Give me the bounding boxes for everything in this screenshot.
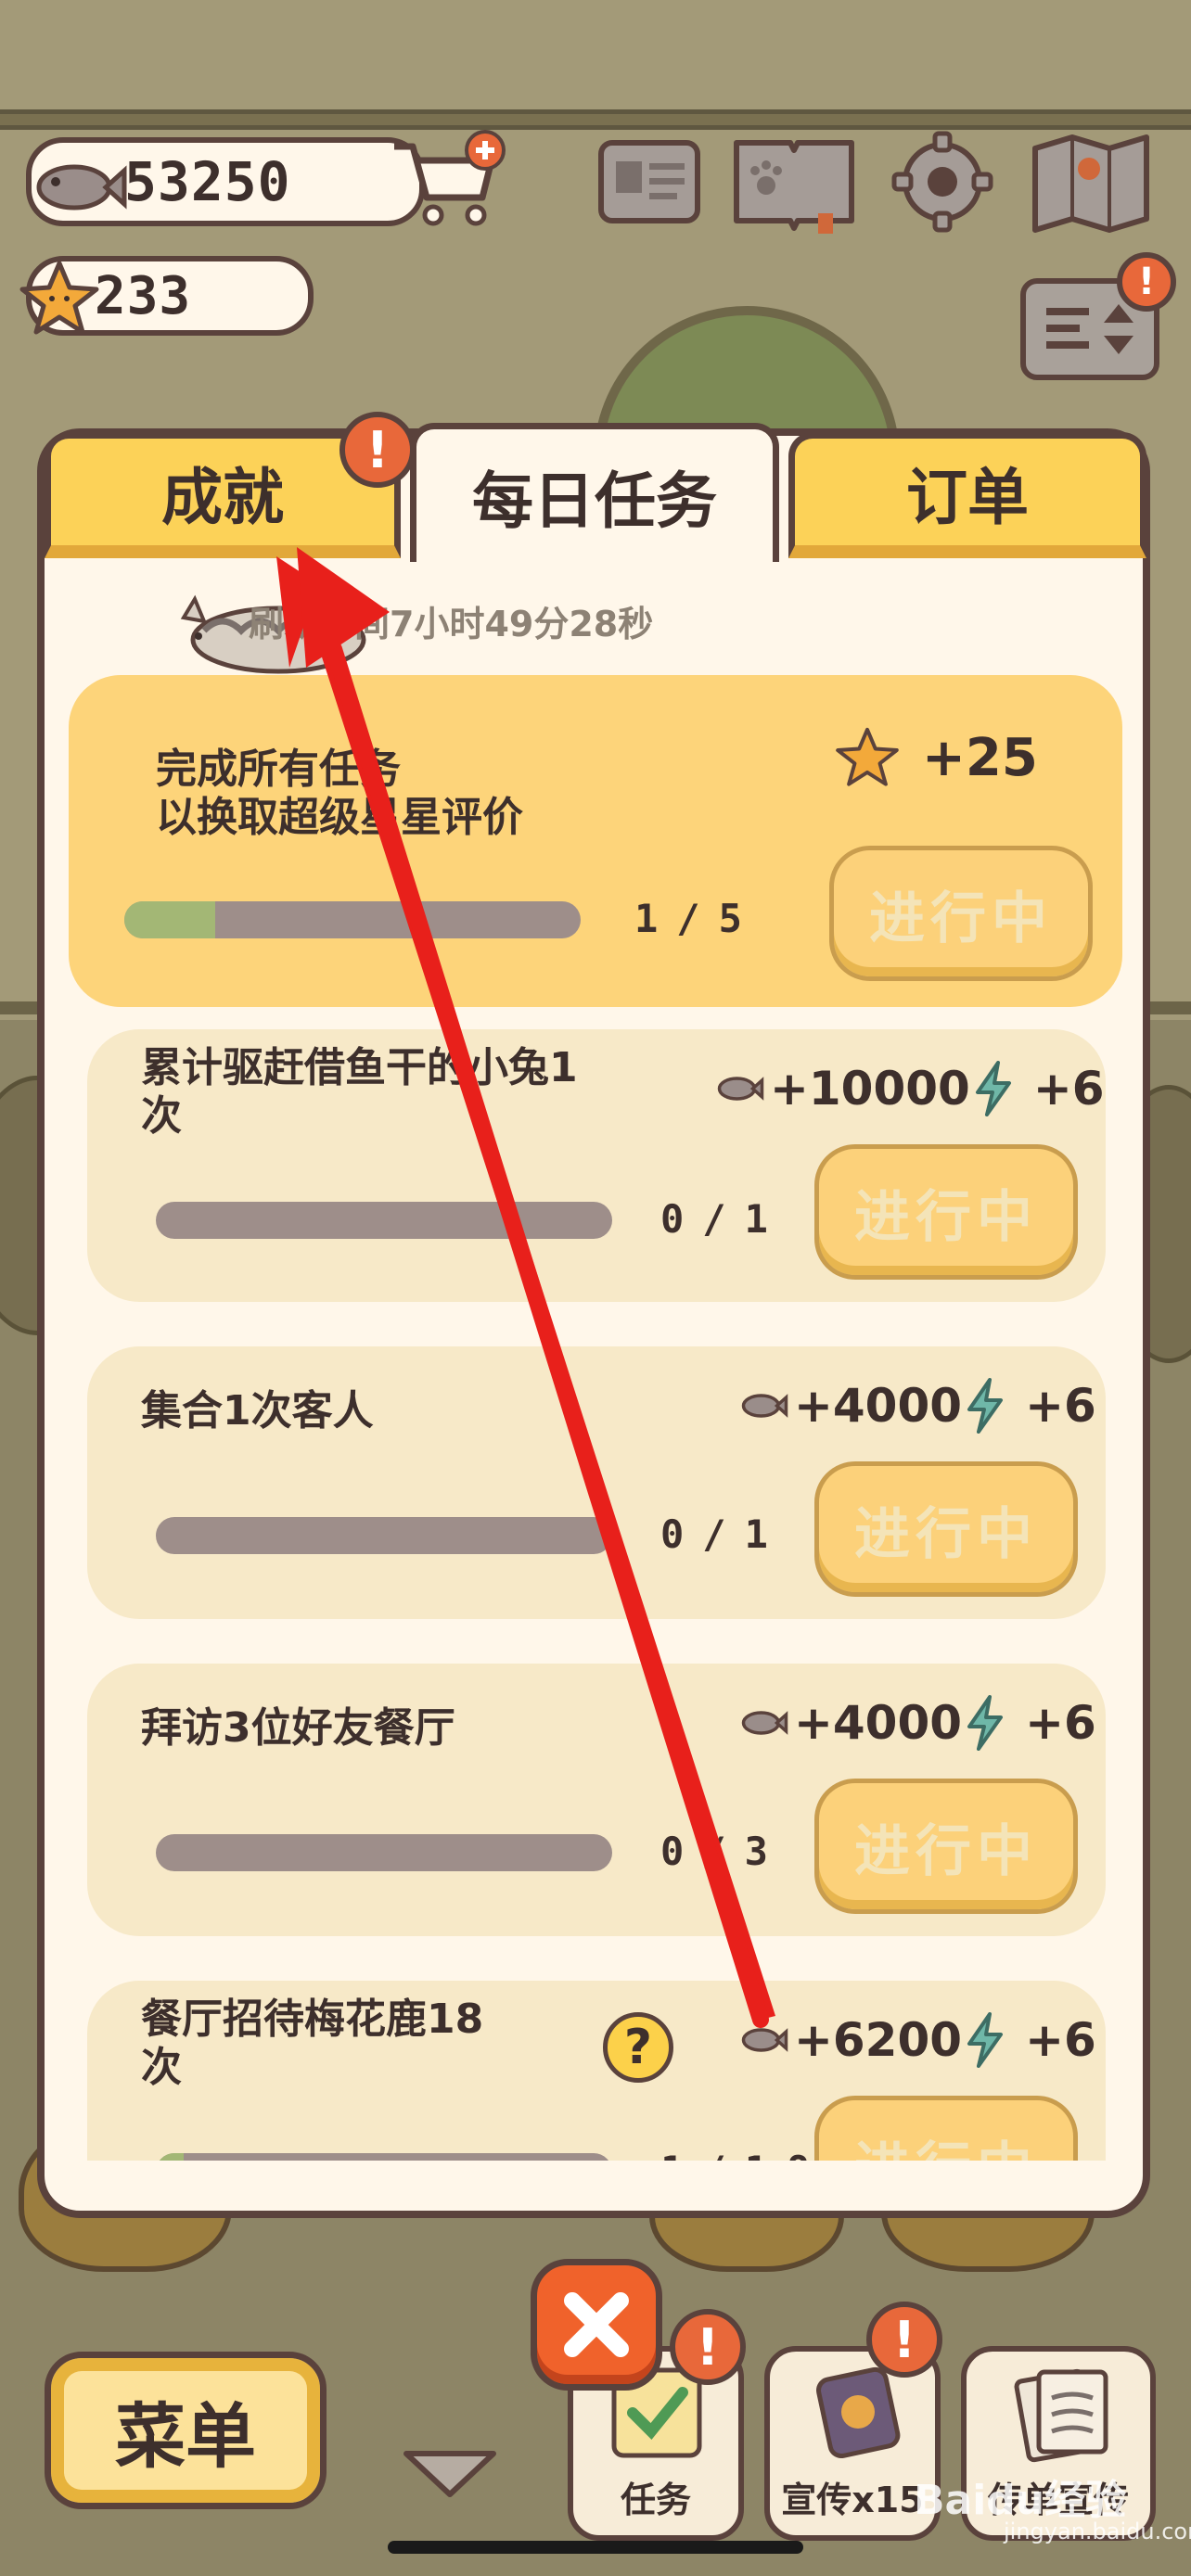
task-title: 累计驱赶借鱼干的小兔1 次 <box>141 1044 578 1140</box>
help-icon[interactable]: ? <box>603 2012 673 2083</box>
promo-alert-badge: ! <box>866 2302 942 2378</box>
close-icon <box>564 2292 629 2357</box>
fish-energy-reward: +4000 +6 <box>736 1378 1096 1434</box>
task-progress-fill <box>156 2153 184 2161</box>
gear-icon[interactable] <box>887 130 998 234</box>
fish-icon <box>36 164 127 210</box>
energy-icon <box>967 2012 1004 2068</box>
task-progress-bar <box>156 1202 612 1239</box>
menu-label: 菜单 <box>115 2395 256 2478</box>
menu-button[interactable]: 菜单 <box>45 2352 327 2509</box>
task-progress-fill <box>124 901 216 938</box>
task-card-visit-friends: 拜访3位好友餐厅 +4000 +6 0/3 进行中 <box>87 1664 1106 1936</box>
task-progress-text: 0/1 <box>660 1196 787 1242</box>
fish-icon <box>741 2028 788 2052</box>
in-progress-button[interactable]: 进行中 <box>829 846 1093 981</box>
tab-achievements-label: 成就 <box>161 461 284 533</box>
task-title: 拜访3位好友餐厅 <box>141 1704 455 1752</box>
close-button[interactable] <box>531 2259 662 2391</box>
task-progress-bar <box>156 1834 612 1871</box>
map-icon[interactable] <box>1026 130 1156 234</box>
task-progress-text: 1/5 <box>634 896 761 941</box>
fish-icon <box>741 1394 788 1418</box>
profile-card-icon[interactable] <box>594 130 705 234</box>
promo-label: 宣传x15 <box>781 2480 924 2520</box>
refresh-timer: 刷新时间7小时49分28秒 <box>249 604 654 644</box>
flyer-icon <box>1014 2368 1108 2463</box>
fish-energy-reward: +6200 +6 <box>736 2012 1096 2068</box>
in-progress-button[interactable]: 进行中 <box>814 2096 1078 2161</box>
tab-daily-tasks[interactable]: 每日任务 <box>410 423 779 562</box>
task-card-all-tasks: 完成所有任务 以换取超级星星评价 +25 1/5 进行中 <box>69 675 1122 1007</box>
chevron-down-icon[interactable] <box>399 2444 501 2500</box>
in-progress-button[interactable]: 进行中 <box>814 1144 1078 1280</box>
fish-count: 53250 <box>124 150 291 213</box>
task-progress-text: 1/18 <box>660 2148 828 2161</box>
cart-plus-icon[interactable] <box>385 128 506 232</box>
fish-icon <box>741 1711 788 1735</box>
tasks-label: 任务 <box>620 2480 691 2520</box>
in-progress-button[interactable]: 进行中 <box>814 1461 1078 1597</box>
task-title: 完成所有任务 以换取超级星星评价 <box>156 746 523 841</box>
energy-icon <box>975 1061 1011 1116</box>
background-beam <box>0 109 1191 130</box>
star-icon <box>19 261 99 335</box>
fish-currency-display: 53250 <box>26 137 425 226</box>
star-reward: +25 <box>835 725 1038 790</box>
task-card-serve-deer: 餐厅招待梅花鹿18 次 ? +6200 +6 1/18 进行中 <box>87 1981 1106 2161</box>
task-progress-bar <box>124 901 581 938</box>
task-title: 餐厅招待梅花鹿18 次 <box>141 1996 484 2091</box>
paw-book-icon[interactable] <box>729 130 859 234</box>
task-list: 完成所有任务 以换取超级星星评价 +25 1/5 进行中 累计驱赶借鱼干的小兔1… <box>56 658 1132 2161</box>
task-card-drive-rabbit: 累计驱赶借鱼干的小兔1 次 +10000 +6 0/1 进行中 <box>87 1029 1106 1302</box>
achievements-alert-badge: ! <box>339 412 416 488</box>
task-progress-bar <box>156 2153 612 2161</box>
task-progress-text: 0/3 <box>660 1829 787 1874</box>
watermark: Baidu经验 <box>914 2477 1127 2524</box>
task-progress-bar <box>156 1517 612 1554</box>
fish-energy-reward: +4000 +6 <box>736 1695 1096 1751</box>
star-rating-display: 233 <box>19 256 314 336</box>
home-indicator <box>388 2541 803 2554</box>
watermark-url: jingyan.baidu.com <box>1004 2519 1191 2544</box>
fish-icon <box>717 1077 764 1101</box>
task-progress-text: 0/1 <box>660 1511 787 1557</box>
energy-icon <box>967 1378 1004 1434</box>
star-icon <box>836 727 899 786</box>
tab-orders[interactable]: 订单 <box>788 432 1146 558</box>
tab-orders-label: 订单 <box>906 461 1029 533</box>
tasks-alert-badge: ! <box>670 2309 746 2385</box>
in-progress-button[interactable]: 进行中 <box>814 1779 1078 1914</box>
task-card-gather-guests: 集合1次客人 +4000 +6 0/1 进行中 <box>87 1346 1106 1619</box>
tab-daily-tasks-label: 每日任务 <box>472 465 717 537</box>
sort-alert-badge: ! <box>1117 252 1176 312</box>
energy-icon <box>967 1695 1004 1751</box>
task-title: 集合1次客人 <box>141 1387 374 1435</box>
fish-energy-reward: +10000 +6 <box>712 1061 1105 1116</box>
star-count: 233 <box>95 265 192 326</box>
